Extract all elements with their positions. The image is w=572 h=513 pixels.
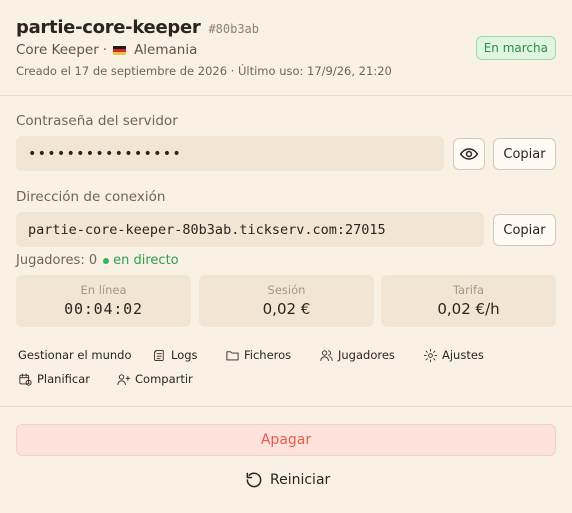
users-icon [320,349,333,361]
share-button[interactable]: Compartir [116,369,193,389]
scroll-icon [154,349,164,361]
game-name: Core Keeper [16,42,99,58]
password-field[interactable]: •••••••••••••••• [16,136,444,171]
logs-button[interactable]: Logs [152,345,198,365]
settings-button[interactable]: Ajustes [423,345,484,365]
copy-address-button[interactable]: Copiar [493,214,556,246]
status-badge: En marcha [475,36,556,60]
settings-label: Ajustes [442,348,484,362]
players-count: Jugadores: 0 [16,253,98,268]
restart-icon [246,472,262,488]
country-name: Alemania [134,42,198,58]
card-header: partie-core-keeper #80b3ab Core Keeper ·… [0,0,572,96]
share-label: Compartir [135,372,193,386]
eye-icon [459,148,479,160]
players-row: Jugadores: 0 en directo [16,253,179,268]
session-stat: Sesión 0,02 € [199,275,374,327]
folder-icon [226,350,239,360]
rate-label: Tarifa [452,283,485,297]
footer-divider [0,406,572,407]
manage-world-label: Gestionar el mundo [18,348,132,362]
separator: · [102,42,108,58]
manage-world-button[interactable]: Gestionar el mundo [18,345,131,365]
server-hash: #80b3ab [208,22,260,36]
files-label: Ficheros [244,348,292,362]
players-label: Jugadores [338,348,395,362]
user-plus-icon [117,373,131,385]
gear-icon [423,348,438,362]
calendar-clock-icon [19,372,32,386]
connection-address-field[interactable]: partie-core-keeper-80b3ab.tickserv.com:2… [16,212,484,247]
server-card: partie-core-keeper #80b3ab Core Keeper ·… [0,0,572,513]
live-indicator: en directo [103,253,179,268]
show-password-button[interactable] [453,138,485,170]
restart-button[interactable]: Reiniciar [244,468,330,492]
logs-label: Logs [171,348,198,362]
title-row: partie-core-keeper #80b3ab [16,17,259,38]
uptime-label: En línea [80,283,127,297]
server-meta: Creado el 17 de septiembre de 2026 · Últ… [16,64,392,78]
schedule-label: Planificar [37,372,91,386]
germany-flag-icon [113,45,127,55]
uptime-value: 00:04:02 [64,300,143,318]
schedule-button[interactable]: Planificar [18,369,90,389]
rate-stat: Tarifa 0,02 €/h [381,275,556,327]
server-name: partie-core-keeper [16,17,201,38]
uptime-stat: En línea 00:04:02 [16,275,191,327]
stop-button[interactable]: Apagar [16,424,556,456]
live-label: en directo [113,253,179,268]
copy-password-button[interactable]: Copiar [493,138,556,170]
restart-label: Reiniciar [270,472,331,488]
session-label: Sesión [267,283,306,297]
password-label: Contraseña del servidor [16,113,178,129]
connection-label: Dirección de conexión [16,189,166,205]
players-button[interactable]: Jugadores [319,345,395,365]
live-dot-icon [103,257,110,264]
files-button[interactable]: Ficheros [225,345,291,365]
rate-value: 0,02 €/h [437,300,500,318]
session-value: 0,02 € [262,300,311,318]
server-subtitle: Core Keeper · Alemania [16,42,197,58]
